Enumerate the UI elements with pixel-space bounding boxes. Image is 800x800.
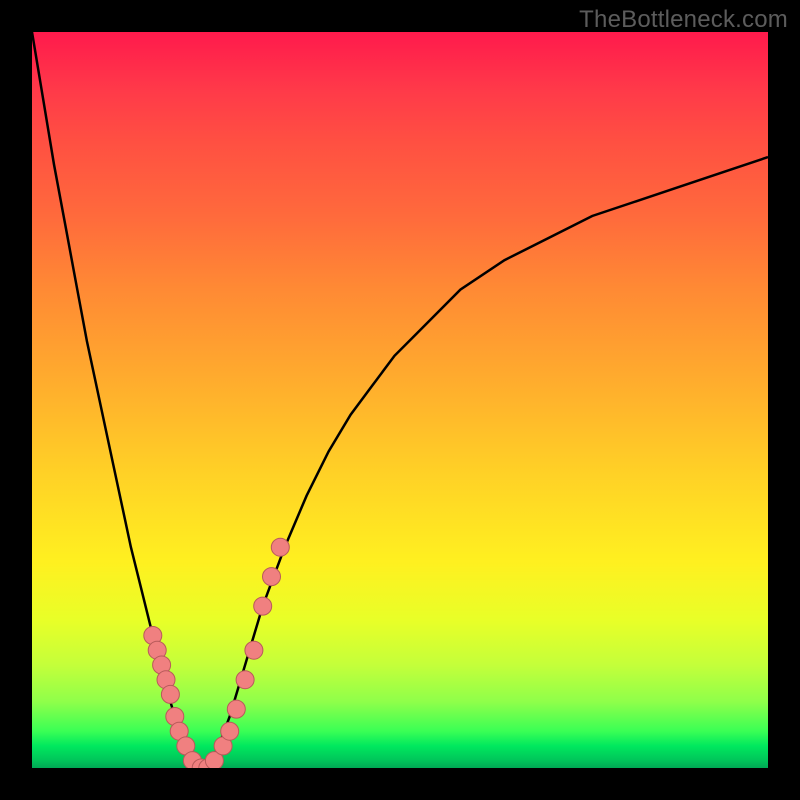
- chart-svg: [32, 32, 768, 768]
- data-markers: [144, 538, 289, 768]
- data-point: [227, 700, 245, 718]
- data-point: [263, 568, 281, 586]
- data-point: [245, 641, 263, 659]
- bottleneck-curve: [32, 32, 768, 768]
- watermark-text: TheBottleneck.com: [579, 6, 788, 34]
- data-point: [271, 538, 289, 556]
- plot-area: [32, 32, 768, 768]
- data-point: [254, 597, 272, 615]
- data-point: [161, 685, 179, 703]
- chart-frame: TheBottleneck.com: [0, 0, 800, 800]
- data-point: [236, 671, 254, 689]
- data-point: [221, 722, 239, 740]
